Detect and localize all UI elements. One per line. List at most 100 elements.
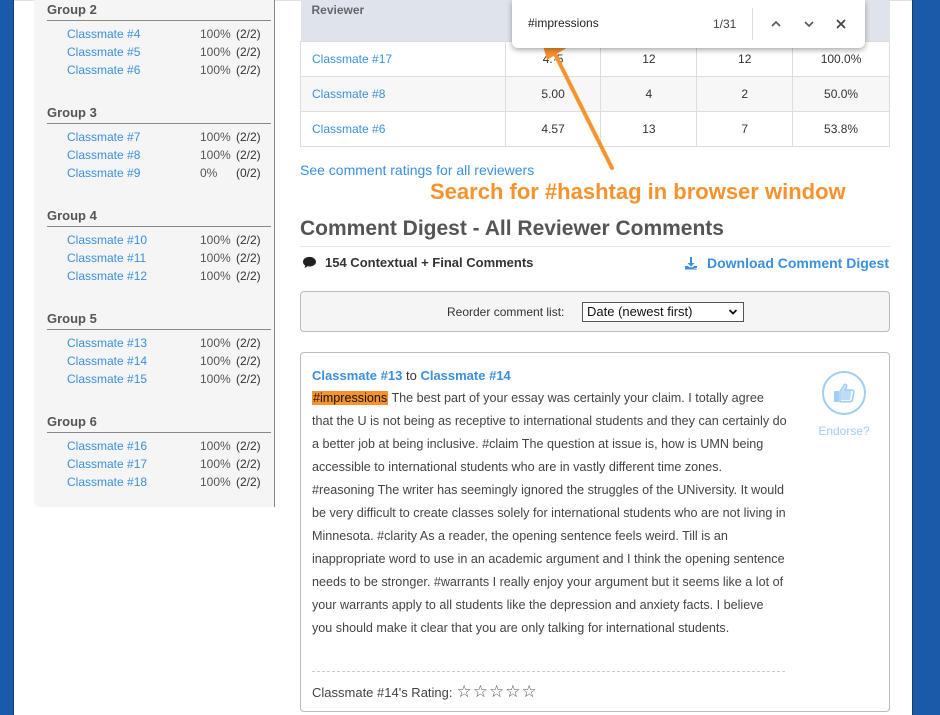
percent-cell: 50.0% <box>792 75 890 112</box>
see-all-ratings-link[interactable]: See comment ratings for all reviewers <box>300 162 534 178</box>
reviewer-link[interactable]: Classmate #17 <box>300 40 506 77</box>
member-link[interactable]: Classmate #14 <box>67 352 147 370</box>
member-link[interactable]: Classmate #15 <box>67 370 147 388</box>
member-fraction: (2/2) <box>236 233 261 247</box>
count-cell: 7 <box>696 110 794 147</box>
member-fraction: (0/2) <box>236 166 261 180</box>
member-percent: 100% <box>200 372 231 386</box>
star-icon[interactable]: ☆ <box>457 683 472 700</box>
group-section: Group 2 Classmate #4 100% (2/2) Classmate … <box>47 2 271 79</box>
comment-recipient-link[interactable]: Classmate #14 <box>420 368 510 383</box>
member-row: Classmate #12 100% (2/2) <box>47 267 271 285</box>
comment-connector: to <box>405 368 417 383</box>
member-percent: 100% <box>200 45 231 59</box>
member-link[interactable]: Classmate #13 <box>67 334 147 352</box>
member-percent: 100% <box>200 27 231 41</box>
member-row: Classmate #14 100% (2/2) <box>47 352 271 370</box>
comment-header: Classmate #13 to Classmate #14 <box>312 368 511 383</box>
star-icon[interactable]: ☆ <box>473 683 488 700</box>
column-header-reviewer[interactable]: Reviewer <box>300 0 506 41</box>
comment-count-label: 154 Contextual + Final Comments <box>325 255 534 270</box>
reviewer-link[interactable]: Classmate #6 <box>300 110 506 147</box>
member-row: Classmate #4 100% (2/2) <box>47 25 271 43</box>
member-percent: 100% <box>200 457 231 471</box>
member-percent: 100% <box>200 148 231 162</box>
member-link[interactable]: Classmate #12 <box>67 267 147 285</box>
member-percent: 0% <box>200 166 218 180</box>
page-left-frame <box>0 0 14 715</box>
endorse-button[interactable]: Endorse? <box>809 371 879 438</box>
comment-count: 154 Contextual + Final Comments <box>302 255 533 270</box>
find-previous-button[interactable] <box>766 14 786 34</box>
star-rating: ☆ ☆ ☆ ☆ ☆ <box>457 683 537 700</box>
member-percent: 100% <box>200 130 231 144</box>
group-section: Group 4 Classmate #10 100% (2/2) Classmate… <box>47 208 271 285</box>
member-row: Classmate #10 100% (2/2) <box>47 231 271 249</box>
comment-divider <box>312 671 785 672</box>
chevron-down-icon <box>804 21 814 28</box>
download-digest-label: Download Comment Digest <box>707 255 890 271</box>
annotation-text: Search for #hashtag in browser window <box>430 179 846 204</box>
member-percent: 100% <box>200 269 231 283</box>
group-title: Group 6 <box>47 414 271 433</box>
member-fraction: (2/2) <box>236 457 261 471</box>
member-fraction: (2/2) <box>236 475 261 489</box>
search-highlight: #impressions <box>312 391 389 405</box>
member-link[interactable]: Classmate #4 <box>67 25 140 43</box>
member-row: Classmate #6 100% (2/2) <box>47 61 271 79</box>
group-progress-sidebar: Group 2 Classmate #4 100% (2/2) Classmate … <box>34 0 275 507</box>
member-row: Classmate #17 100% (2/2) <box>47 455 271 473</box>
percent-cell: 53.8% <box>792 110 890 147</box>
member-link[interactable]: Classmate #10 <box>67 231 147 249</box>
endorse-circle <box>822 371 866 415</box>
comment-text: #impressions The best part of your essay… <box>312 387 787 640</box>
chevron-up-icon <box>771 20 781 27</box>
member-link[interactable]: Classmate #11 <box>67 249 146 267</box>
download-digest-button[interactable]: Download Comment Digest <box>684 255 889 271</box>
star-icon[interactable]: ☆ <box>522 683 537 700</box>
member-fraction: (2/2) <box>236 45 261 59</box>
thumbs-up-icon <box>834 383 855 403</box>
comment-digest-title: Comment Digest - All Reviewer Comments <box>300 217 890 247</box>
find-close-button[interactable] <box>831 14 851 34</box>
annotation-arrow <box>540 35 614 170</box>
member-fraction: (2/2) <box>236 148 261 162</box>
member-fraction: (2/2) <box>236 439 261 453</box>
find-separator <box>752 8 753 40</box>
member-fraction: (2/2) <box>236 251 261 265</box>
find-next-button[interactable] <box>799 14 819 34</box>
member-link[interactable]: Classmate #7 <box>67 128 140 146</box>
member-fraction: (2/2) <box>236 372 261 386</box>
member-link[interactable]: Classmate #9 <box>67 164 140 182</box>
star-icon[interactable]: ☆ <box>505 683 520 700</box>
page-right-frame <box>912 0 940 715</box>
member-fraction: (2/2) <box>236 130 261 144</box>
count-cell: 2 <box>696 75 794 112</box>
chevron-down-icon <box>728 309 738 315</box>
member-percent: 100% <box>200 63 231 77</box>
comment-body-text: The best part of your essay was certainl… <box>312 391 787 635</box>
member-link[interactable]: Classmate #16 <box>67 437 147 455</box>
group-title: Group 4 <box>47 208 271 227</box>
member-link[interactable]: Classmate #5 <box>67 43 140 61</box>
comment-author-link[interactable]: Classmate #13 <box>312 368 402 383</box>
group-section: Group 3 Classmate #7 100% (2/2) Classmate … <box>47 105 271 182</box>
reviewer-link[interactable]: Classmate #8 <box>300 75 506 112</box>
member-row: Classmate #9 0% (0/2) <box>47 164 271 182</box>
member-fraction: (2/2) <box>236 354 261 368</box>
comment-card: Classmate #13 to Classmate #14 #impressi… <box>300 352 890 712</box>
member-row: Classmate #13 100% (2/2) <box>47 334 271 352</box>
member-link[interactable]: Classmate #8 <box>67 146 140 164</box>
reorder-label: Reorder comment list: <box>447 305 565 319</box>
group-title: Group 3 <box>47 105 271 124</box>
member-link[interactable]: Classmate #17 <box>67 455 147 473</box>
member-percent: 100% <box>200 354 231 368</box>
reorder-select[interactable]: Date (newest first) <box>582 302 744 322</box>
member-link[interactable]: Classmate #18 <box>67 473 147 491</box>
member-row: Classmate #5 100% (2/2) <box>47 43 271 61</box>
member-row: Classmate #7 100% (2/2) <box>47 128 271 146</box>
rating-row: Classmate #14's Rating: ☆ ☆ ☆ ☆ ☆ <box>312 683 537 700</box>
find-input[interactable] <box>528 16 698 30</box>
star-icon[interactable]: ☆ <box>489 683 504 700</box>
member-link[interactable]: Classmate #6 <box>67 61 140 79</box>
